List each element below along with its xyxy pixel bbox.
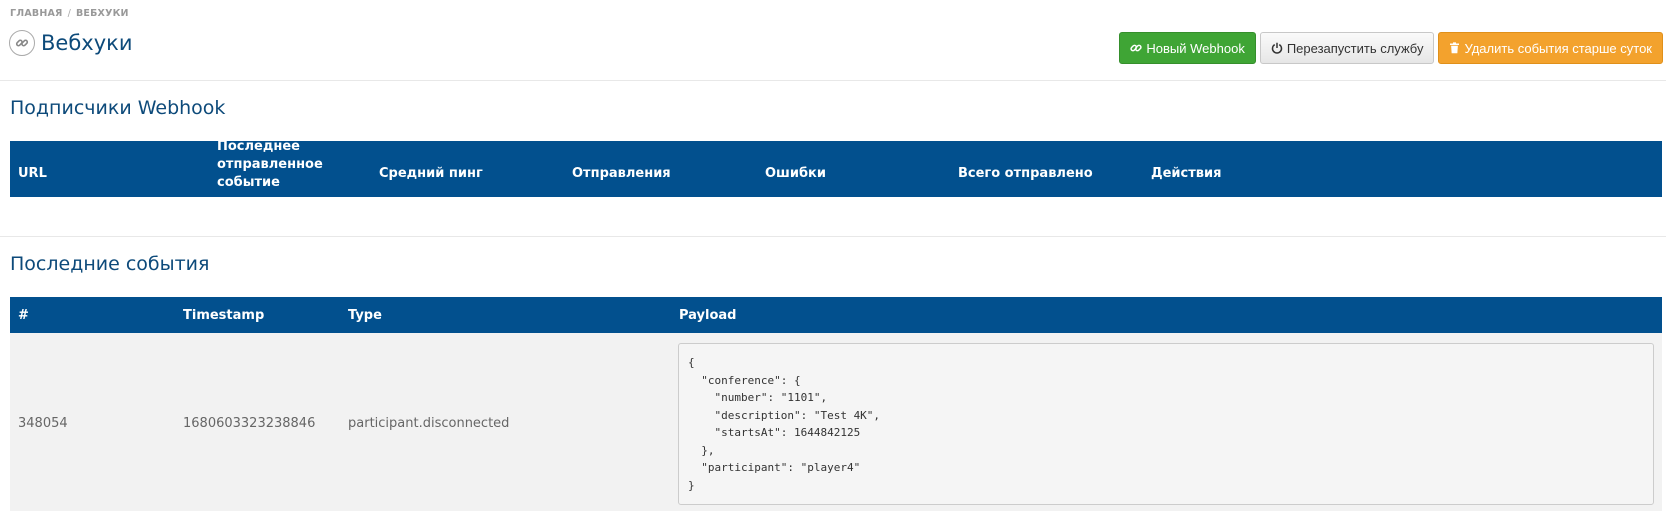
column-header-id: #: [18, 307, 29, 323]
power-icon: [1271, 42, 1283, 54]
column-header-url[interactable]: URL: [10, 141, 209, 197]
table-header-row: URL Последнее отправленное событие Средни…: [10, 139, 1662, 197]
divider: [0, 80, 1666, 81]
column-header-last-event-line1: Последнее: [217, 139, 300, 154]
toolbar: Новый Webhook Перезапустить службу Удали…: [1119, 32, 1663, 64]
breadcrumb-current: ВЕБХУКИ: [75, 8, 129, 19]
events-table: # Timestamp Type Payload 348054 16806033…: [10, 297, 1662, 511]
delete-old-events-label: Удалить события старше суток: [1464, 40, 1652, 56]
subscribers-table: URL Последнее отправленное событие Средни…: [10, 139, 1662, 197]
new-webhook-label: Новый Webhook: [1146, 40, 1245, 56]
column-header-type: Type: [348, 307, 382, 323]
page-header: Вебхуки: [9, 30, 132, 56]
column-header-sends[interactable]: Отправления: [564, 141, 757, 197]
event-id: 348054: [18, 415, 68, 431]
column-header-payload: Payload: [679, 307, 737, 323]
table-header-row: # Timestamp Type Payload: [10, 297, 1662, 333]
event-payload[interactable]: { "conference": { "number": "1101", "des…: [678, 343, 1654, 505]
trash-icon: [1449, 42, 1460, 54]
new-webhook-button[interactable]: Новый Webhook: [1119, 32, 1256, 64]
column-header-last-event-line2: отправленное событие: [217, 157, 323, 190]
column-header-timestamp: Timestamp: [183, 307, 265, 323]
subscribers-title: Подписчики Webhook: [10, 97, 226, 119]
restart-service-label: Перезапустить службу: [1286, 40, 1424, 56]
link-icon: [1130, 42, 1143, 54]
restart-service-button[interactable]: Перезапустить службу: [1259, 32, 1435, 64]
column-header-actions: Действия: [1151, 166, 1222, 181]
column-header-total-sent[interactable]: Всего отправлено: [950, 141, 1143, 197]
divider: [0, 236, 1666, 237]
table-row: 348054 1680603323238846 participant.disc…: [10, 333, 1662, 511]
link-icon: [9, 30, 35, 56]
delete-old-events-button[interactable]: Удалить события старше суток: [1438, 32, 1663, 64]
breadcrumb-separator: /: [67, 8, 71, 19]
breadcrumb-home-link[interactable]: ГЛАВНАЯ: [10, 8, 63, 19]
column-header-avg-ping[interactable]: Средний пинг: [371, 141, 564, 197]
breadcrumb: ГЛАВНАЯ / ВЕБХУКИ: [10, 8, 129, 19]
events-title: Последние события: [10, 253, 210, 275]
column-header-last-event[interactable]: Последнее отправленное событие: [209, 139, 371, 197]
page-title: Вебхуки: [41, 31, 133, 55]
event-timestamp: 1680603323238846: [183, 415, 316, 431]
event-type: participant.disconnected: [348, 415, 510, 431]
column-header-errors[interactable]: Ошибки: [757, 141, 950, 197]
event-payload-cell: { "conference": { "number": "1101", "des…: [671, 333, 1662, 511]
